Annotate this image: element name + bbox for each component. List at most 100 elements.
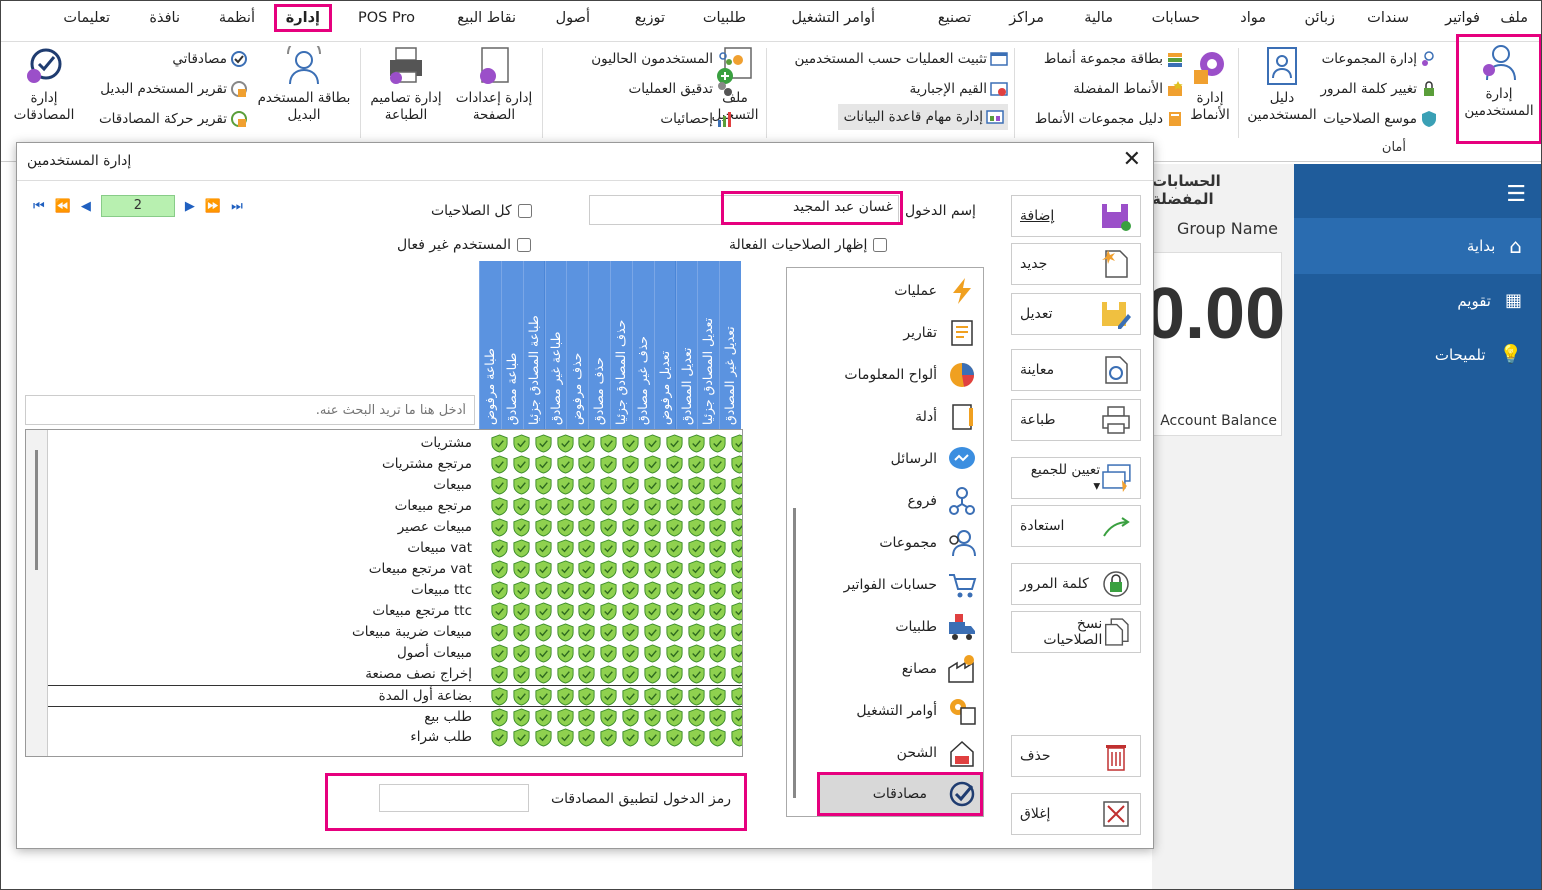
permission-shield-icon[interactable] [534,476,553,495]
current-users-button[interactable]: المستخدمون الحاليون [591,50,734,68]
permission-shield-icon[interactable] [730,665,743,684]
permission-shield-icon[interactable] [708,560,727,579]
menu-materials[interactable]: مواد [1240,10,1266,26]
permission-shield-icon[interactable] [577,623,596,642]
permission-shield-icon[interactable] [556,644,575,663]
inactive-user-checkbox[interactable]: المستخدم غير فعال [397,237,532,253]
permission-shield-icon[interactable] [621,434,640,453]
permission-shield-icon[interactable] [534,455,553,474]
sidebar-item-calendar[interactable]: ▦ تقويم [1457,290,1522,311]
permission-shield-icon[interactable] [599,623,618,642]
permission-shield-icon[interactable] [665,708,684,727]
module-messages[interactable]: الرسائل [891,444,977,474]
permission-shield-icon[interactable] [643,539,662,558]
permission-shield-icon[interactable] [687,560,706,579]
permission-shield-icon[interactable] [534,497,553,516]
permission-shield-icon[interactable] [556,518,575,537]
permission-shield-icon[interactable] [512,665,531,684]
permission-shield-icon[interactable] [512,539,531,558]
menu-manufacturing[interactable]: تصنيع [938,10,971,26]
module-groups[interactable]: مجموعات [879,528,977,558]
permission-shield-icon[interactable] [577,497,596,516]
permission-shield-icon[interactable] [621,728,640,747]
permission-shield-icon[interactable] [730,518,743,537]
permission-shield-icon[interactable] [490,728,509,747]
permission-shield-icon[interactable] [577,434,596,453]
module-operation-orders[interactable]: أوامر التشغيل [856,696,977,726]
page-setup-button[interactable]: إدارة إعدادات الصفحة [452,46,536,124]
menu-help[interactable]: تعليمات [63,10,110,26]
permission-shield-icon[interactable] [534,560,553,579]
restore-button[interactable]: استعادة [1011,505,1141,547]
pattern-guide-button[interactable]: دليل مجموعات الأنماط [1035,110,1184,128]
permission-shield-icon[interactable] [643,497,662,516]
permission-shield-icon[interactable] [490,455,509,474]
module-invoice-accounts[interactable]: حسابات الفواتير [844,570,977,600]
module-guides[interactable]: أدلة [915,402,977,432]
permission-shield-icon[interactable] [708,476,727,495]
login-name-input[interactable]: غسان عبد المجيد [721,191,903,225]
preview-button[interactable]: معاينة [1011,349,1141,391]
permission-shield-icon[interactable] [577,539,596,558]
menu-window[interactable]: نافذة [149,10,180,26]
permission-shield-icon[interactable] [665,581,684,600]
permission-shield-icon[interactable] [534,665,553,684]
permission-shield-icon[interactable] [687,687,706,706]
permission-shield-icon[interactable] [512,434,531,453]
patterns-management-button[interactable]: إدارة الأنماط [1184,46,1236,124]
permission-shield-icon[interactable] [534,602,553,621]
permission-shield-icon[interactable] [643,708,662,727]
permission-shield-icon[interactable] [599,434,618,453]
permission-row[interactable]: مبيعات أصول [48,643,742,664]
menu-pos-pro[interactable]: POS Pro [358,10,415,26]
permission-shield-icon[interactable] [512,708,531,727]
permission-shield-icon[interactable] [643,644,662,663]
my-approvals-button[interactable]: مصادقاتي [172,50,248,68]
menu-systems[interactable]: أنظمة [219,10,255,26]
module-dashboards[interactable]: ألواح المعلومات [844,360,977,390]
permission-shield-icon[interactable] [577,560,596,579]
module-approvals[interactable]: مصادقات [817,772,983,816]
permission-shield-icon[interactable] [556,623,575,642]
permission-shield-icon[interactable] [512,560,531,579]
permission-shield-icon[interactable] [687,518,706,537]
permission-shield-icon[interactable] [730,560,743,579]
permission-shield-icon[interactable] [708,497,727,516]
permission-shield-icon[interactable] [599,728,618,747]
modules-scrollbar[interactable] [793,508,796,798]
menu-vouchers[interactable]: سندات [1367,10,1409,26]
permission-shield-icon[interactable] [730,497,743,516]
permission-shield-icon[interactable] [599,687,618,706]
favorite-patterns-button[interactable]: الأنماط المفضلة [1073,80,1184,98]
permission-shield-icon[interactable] [665,518,684,537]
password-button[interactable]: كلمة المرور [1011,563,1141,605]
permission-shield-icon[interactable] [512,476,531,495]
permission-row[interactable]: مبيعات ttc [48,580,742,601]
permission-row[interactable]: مبيعات vat [48,538,742,559]
edit-button[interactable]: تعديل [1011,293,1141,335]
permission-shield-icon[interactable] [665,665,684,684]
permission-row[interactable]: مشتريات [48,433,742,454]
menu-orders[interactable]: طلبيات [703,10,746,26]
permission-shield-icon[interactable] [708,539,727,558]
permission-row[interactable]: بضاعة أول المدة [48,685,742,706]
permission-shield-icon[interactable] [512,497,531,516]
permission-shield-icon[interactable] [665,476,684,495]
menu-pos[interactable]: نقاط البيع [457,10,516,26]
permission-shield-icon[interactable] [556,560,575,579]
permission-shield-icon[interactable] [730,581,743,600]
permission-shield-icon[interactable] [730,728,743,747]
module-factories[interactable]: مصانع [902,654,977,684]
permission-shield-icon[interactable] [621,602,640,621]
menu-accounts[interactable]: حسابات [1152,10,1200,26]
permission-shield-icon[interactable] [599,497,618,516]
permission-shield-icon[interactable] [512,455,531,474]
menu-file[interactable]: ملف [1500,10,1528,26]
last-record-icon[interactable]: ⏭ [231,199,243,214]
permissions-wizard-button[interactable]: موسع الصلاحيات [1323,110,1438,128]
permission-shield-icon[interactable] [490,623,509,642]
module-orders[interactable]: طلبيات [895,612,977,642]
permission-shield-icon[interactable] [599,518,618,537]
permission-shield-icon[interactable] [534,644,553,663]
permission-shield-icon[interactable] [577,728,596,747]
